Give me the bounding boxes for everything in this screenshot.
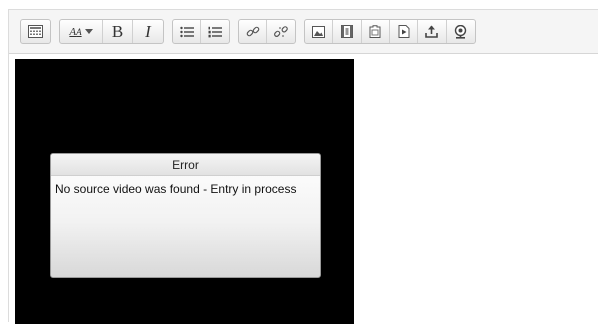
toolbar-group-media [304,19,476,44]
toolbar-group-toggle [20,19,51,44]
upload-icon [425,25,439,38]
font-size-icon-small: A [76,26,82,37]
manage-files-icon [369,25,381,38]
error-dialog-message: No source video was found - Entry in pro… [55,182,297,196]
unordered-list-button[interactable] [173,20,201,43]
video-player[interactable]: Error No source video was found - Entry … [15,59,354,324]
ordered-list-button[interactable] [201,20,229,43]
chevron-down-icon [84,29,93,34]
image-button[interactable] [305,20,334,43]
media-icon [340,25,353,38]
bold-button[interactable]: B [103,20,133,43]
upload-button[interactable] [418,20,447,43]
error-dialog-title: Error [51,154,320,176]
ordered-list-icon [208,26,222,37]
toolbar-toggle-button[interactable] [21,20,50,43]
video-embed-button[interactable] [390,20,419,43]
media-button[interactable] [333,20,362,43]
italic-icon: I [145,22,151,41]
link-button[interactable] [239,20,267,43]
image-icon [312,25,326,38]
webcam-icon [455,24,467,39]
toolbar-group-lists [172,19,230,44]
webcam-button[interactable] [447,20,475,43]
unlink-icon [274,25,288,37]
video-embed-icon [398,25,410,38]
toolbar-toggle-icon [28,25,43,38]
toolbar-group-links [238,19,296,44]
bold-icon: B [111,22,124,41]
unlink-button[interactable] [267,20,295,43]
toolbar-group-text-style: A A B I [59,19,164,44]
rich-text-editor: A A B I Error No source video was found … [8,9,598,324]
manage-files-button[interactable] [362,20,390,43]
editor-toolbar: A A B I [9,10,598,54]
unordered-list-icon [179,26,194,37]
error-dialog: Error No source video was found - Entry … [50,153,321,278]
link-icon [246,26,259,36]
italic-button[interactable]: I [133,20,163,43]
font-size-button[interactable]: A A [60,20,103,43]
